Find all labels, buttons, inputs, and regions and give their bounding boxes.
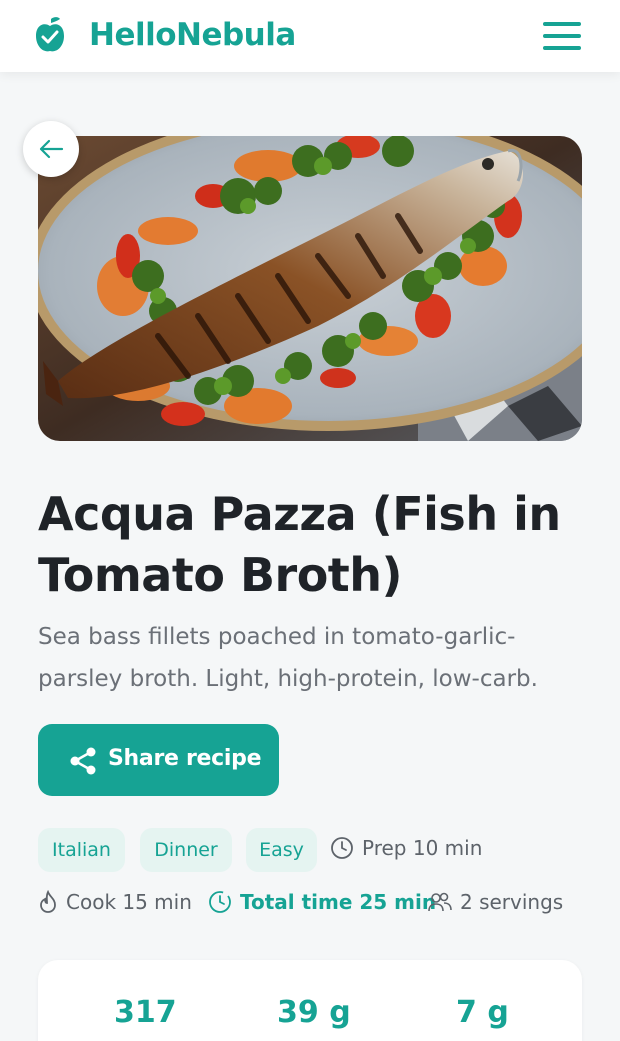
arrow-left-icon: [39, 139, 64, 159]
clock-icon: [331, 837, 353, 859]
tag-italian[interactable]: Italian: [38, 828, 125, 872]
total-time: Total time 25 min: [208, 890, 436, 914]
apple-check-icon: [36, 17, 64, 52]
flame-icon: [40, 890, 56, 913]
prep-time: Prep 10 min: [330, 836, 482, 860]
recipe-description: Sea bass fillets poached in tomato-garli…: [38, 624, 538, 692]
share-recipe-label: Share recipe: [108, 746, 262, 771]
share-recipe-button[interactable]: Share recipe: [38, 724, 279, 796]
prep-time-label: Prep 10 min: [362, 836, 483, 860]
nutrition-protein: 39 g: [277, 995, 351, 1030]
people-icon: [428, 892, 452, 912]
total-time-label: Total time 25 min: [240, 890, 437, 914]
nutrition-calories: 317: [114, 995, 177, 1030]
recipe-hero-image: [38, 136, 582, 441]
back-button[interactable]: [23, 121, 79, 177]
brand-name[interactable]: HelloNebula: [89, 17, 296, 53]
tag-dinner[interactable]: Dinner: [140, 828, 232, 872]
hamburger-menu-icon[interactable]: [540, 18, 584, 54]
share-icon: [70, 747, 96, 775]
servings-label: 2 servings: [460, 890, 564, 914]
tag-easy[interactable]: Easy: [246, 828, 317, 872]
nutrition-fat: 7 g: [456, 995, 509, 1030]
grilled-fish-dish-image: [38, 136, 582, 441]
servings: 2 servings: [428, 890, 563, 914]
app-header: HelloNebula: [0, 0, 620, 72]
recipe-title: Acqua Pazza (Fish in Tomato Broth): [38, 487, 561, 602]
cook-time-label: Cook 15 min: [66, 890, 192, 914]
cook-time: Cook 15 min: [38, 890, 192, 914]
timer-icon: [209, 891, 231, 913]
